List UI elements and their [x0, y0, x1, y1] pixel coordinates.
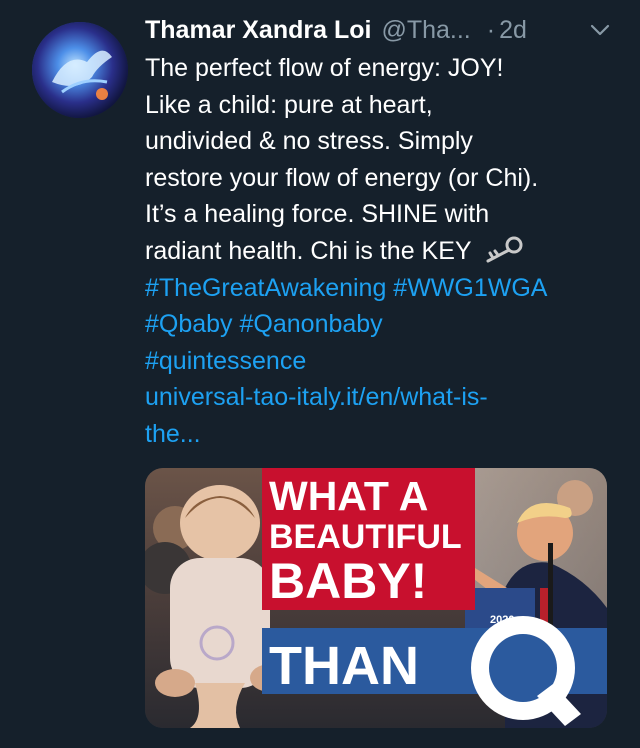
- q-letter: Q: [145, 468, 146, 469]
- url-link-continued[interactable]: the...: [145, 416, 620, 453]
- tweet-text-line: restore your flow of energy (or Chi).: [145, 163, 539, 192]
- hashtag-line[interactable]: #TheGreatAwakening #WWG1WGA: [145, 270, 620, 307]
- key-emoji-icon: [486, 236, 523, 263]
- avatar[interactable]: [32, 22, 128, 118]
- tweet-text-line: The perfect flow of energy: JOY!: [145, 54, 504, 82]
- tweet-text: The perfect flow of energy: JOY! Like a …: [145, 50, 620, 453]
- timestamp[interactable]: 2d: [499, 16, 527, 45]
- chevron-down-icon[interactable]: [588, 18, 612, 42]
- tweet-media-image[interactable]: 2020 WHAT A BEAUTIFUL BABY! THAN Q: [145, 468, 607, 728]
- hashtag-line[interactable]: #quintessence: [145, 343, 620, 380]
- avatar-image: [32, 22, 128, 118]
- tweet-header: Thamar Xandra Loi @Tha... · 2d: [145, 10, 620, 50]
- tweet-text-line: undivided & no stress. Simply: [145, 127, 473, 156]
- media-thumbnail: 2020 WHAT A BEAUTIFUL BABY! THAN Q: [145, 468, 607, 728]
- hashtag-line[interactable]: #Qbaby #Qanonbaby: [145, 306, 620, 343]
- tweet-text-line: radiant health. Chi is the KEY: [145, 236, 472, 265]
- banner-line-4: THAN: [269, 636, 419, 696]
- url-link[interactable]: universal-tao-italy.it/en/what-is-: [145, 379, 620, 416]
- banner-line-1: WHAT A: [269, 473, 428, 519]
- author-handle[interactable]: @Tha...: [381, 16, 470, 45]
- banner-line-3: BABY!: [269, 553, 427, 609]
- separator-dot: ·: [486, 15, 496, 44]
- tweet-text-line: It’s a healing force. SHINE with: [145, 200, 490, 229]
- tweet[interactable]: Thamar Xandra Loi @Tha... · 2d The perfe…: [0, 0, 640, 748]
- author-name[interactable]: Thamar Xandra Loi: [145, 16, 371, 45]
- banner-line-2: BEAUTIFUL: [269, 518, 462, 556]
- tweet-text-line: Like a child: pure at heart,: [145, 90, 433, 119]
- tweet-text-line-with-key: radiant health. Chi is the KEY: [145, 233, 620, 270]
